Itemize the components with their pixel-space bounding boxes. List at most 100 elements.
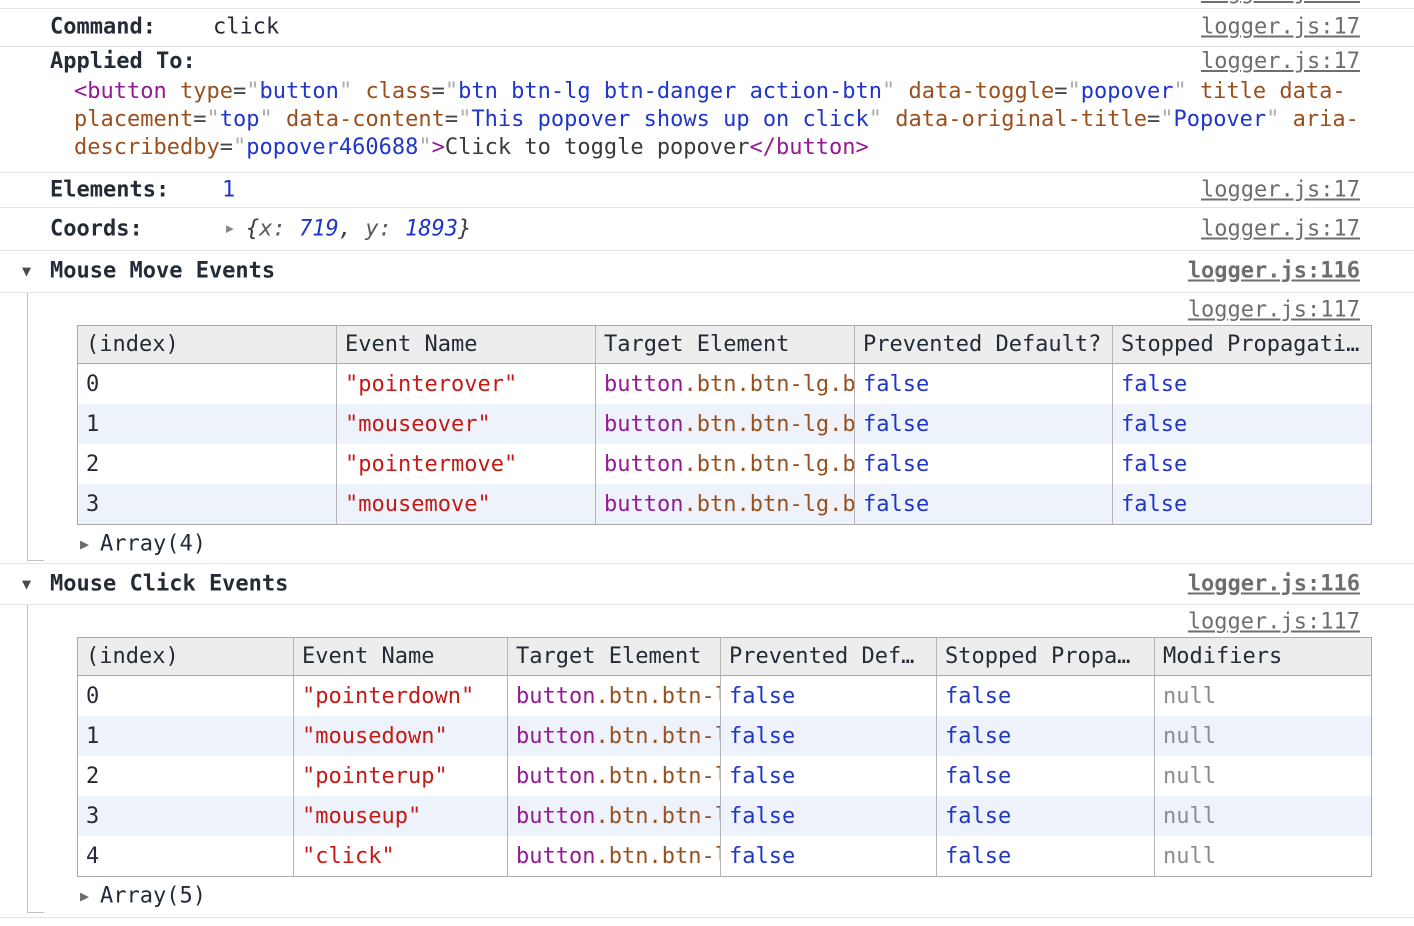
group-expand-triangle-icon[interactable]: ▼ — [22, 262, 31, 280]
table-cell-content: button.btn.btn-l — [508, 724, 720, 749]
source-link[interactable]: logger.js:17 — [1201, 15, 1360, 40]
table-cell: 0 — [78, 676, 294, 717]
table-cell: "pointermove" — [337, 444, 596, 484]
row-separator — [0, 563, 1414, 564]
code-token: " — [1067, 79, 1080, 104]
group-expand-triangle-icon[interactable]: ▼ — [22, 575, 31, 593]
code-line: placement="top" data-content="This popov… — [74, 106, 1359, 134]
table-cell-content: button.btn.btn-l — [508, 804, 720, 829]
expand-triangle-icon[interactable]: ▶ — [80, 535, 89, 553]
table-cell: "pointerover" — [337, 364, 596, 405]
row-separator — [0, 8, 1414, 9]
table-row: 0"pointerover"button.btn.btn-lg.bfalsefa… — [78, 364, 1372, 405]
cell-value: "pointermove" — [345, 452, 517, 477]
code-token: " — [1160, 107, 1173, 132]
table-cell-content: false — [721, 844, 936, 869]
cell-value: "mouseover" — [345, 412, 491, 437]
log-row-command: Command: click logger.js:17 — [0, 8, 1414, 46]
expand-triangle-icon[interactable]: ▶ — [80, 887, 89, 905]
table-cell: button.btn.btn-l — [508, 836, 721, 877]
cell-value: "mousedown" — [302, 724, 448, 749]
source-link[interactable]: logger.js:17 — [1201, 46, 1360, 78]
expand-triangle-icon[interactable]: ▶ — [226, 221, 234, 236]
group-header[interactable]: ▼Mouse Move Eventslogger.js:116 — [0, 250, 1414, 292]
table-header-row: (index)Event NameTarget ElementPrevented… — [78, 326, 1372, 364]
cell-value: "mousemove" — [345, 492, 491, 517]
table-cell: false — [937, 796, 1155, 836]
table-header-label: (index) — [78, 332, 336, 357]
preview-key-x: x: — [259, 216, 299, 241]
table-header-cell: Prevented Default? — [855, 326, 1113, 364]
group-title: Mouse Click Events — [50, 571, 288, 596]
cell-value: null — [1163, 844, 1216, 869]
table-cell: button.btn.btn-lg.b — [596, 484, 855, 525]
code-token: aria- — [1293, 107, 1359, 132]
source-link[interactable]: logger.js:117 — [1188, 610, 1360, 635]
table-header-label: Event Name — [294, 644, 507, 669]
partial-source-link[interactable]: logger.js:17 — [1201, 0, 1360, 5]
table-cell: 1 — [78, 716, 294, 756]
table-header-cell: (index) — [78, 638, 294, 676]
table-cell-content: false — [937, 844, 1154, 869]
preview-key-y: y: — [365, 216, 405, 241]
node-tag-name: button — [516, 804, 595, 829]
cell-value: "click" — [302, 844, 395, 869]
code-token: data-original-title — [895, 107, 1147, 132]
node-tag-name: button — [516, 764, 595, 789]
table-cell: button.btn.btn-lg.b — [596, 444, 855, 484]
source-link[interactable]: logger.js:116 — [1188, 571, 1360, 596]
cell-value: false — [863, 492, 929, 517]
table-header-label: Event Name — [337, 332, 595, 357]
table-cell: "mouseover" — [337, 404, 596, 444]
code-token — [352, 79, 365, 104]
coords-object-preview[interactable]: {x: 719, y: 1893} — [246, 216, 471, 241]
cell-value: 1 — [86, 412, 99, 437]
table-cell-content: button.btn.btn-lg.b — [596, 412, 854, 437]
table-header-cell: Prevented Def… — [721, 638, 937, 676]
array-label[interactable]: Array(5) — [100, 884, 206, 909]
console-table: (index)Event NameTarget ElementPrevented… — [77, 637, 1372, 877]
code-line: describedby="popover460688">Click to tog… — [74, 134, 869, 162]
row-separator — [0, 46, 1414, 47]
source-link[interactable]: logger.js:17 — [1201, 216, 1360, 241]
code-token: data- — [1279, 79, 1345, 104]
table-header-label: Stopped Propagati… — [1113, 332, 1371, 357]
group-header[interactable]: ▼ Mouse Click Events logger.js:116 — [0, 563, 1414, 604]
preview-brace: } — [458, 216, 471, 241]
table-cell-content: false — [1113, 372, 1371, 397]
code-token — [895, 79, 908, 104]
node-class-list: .btn.btn-lg.b — [683, 492, 854, 517]
array-label[interactable]: Array(4) — [100, 532, 206, 557]
table-cell-content: null — [1155, 684, 1371, 709]
code-token: > — [432, 135, 445, 160]
cell-value: false — [1121, 452, 1187, 477]
table-row: 2"pointermove"button.btn.btn-lg.bfalsefa… — [78, 444, 1372, 484]
table-header-cell: Target Element — [508, 638, 721, 676]
cell-value: 0 — [86, 372, 99, 397]
source-link[interactable]: logger.js:17 — [1201, 177, 1360, 202]
node-class-list: .btn.btn-lg.b — [683, 452, 854, 477]
table-cell-content: false — [855, 492, 1112, 517]
cell-value: false — [1121, 372, 1187, 397]
table-row: 3"mouseup"button.btn.btn-lfalsefalsenull — [78, 796, 1372, 836]
preview-comma: , — [339, 216, 366, 241]
source-link[interactable]: logger.js:117 — [1188, 298, 1360, 323]
code-token: " — [246, 79, 259, 104]
table-source-link-row: logger.js:117 — [0, 292, 1414, 328]
code-token: " — [259, 107, 272, 132]
cell-value: "pointerover" — [345, 372, 517, 397]
code-token: = — [193, 107, 206, 132]
table-cell: button.btn.btn-l — [508, 756, 721, 796]
code-token: type — [180, 79, 233, 104]
source-link[interactable]: logger.js:116 — [1188, 259, 1360, 284]
table-cell-content: false — [937, 724, 1154, 749]
array-preview-row: ▶ Array(4) — [0, 526, 1414, 562]
code-token: " — [206, 107, 219, 132]
table-cell: null — [1155, 676, 1372, 717]
table-cell: 2 — [78, 756, 294, 796]
table-cell-content: false — [721, 684, 936, 709]
node-tag-name: button — [516, 684, 595, 709]
table-cell-content: "pointermove" — [337, 452, 595, 477]
cell-value: 0 — [86, 684, 99, 709]
node-tag-name: button — [604, 492, 683, 517]
